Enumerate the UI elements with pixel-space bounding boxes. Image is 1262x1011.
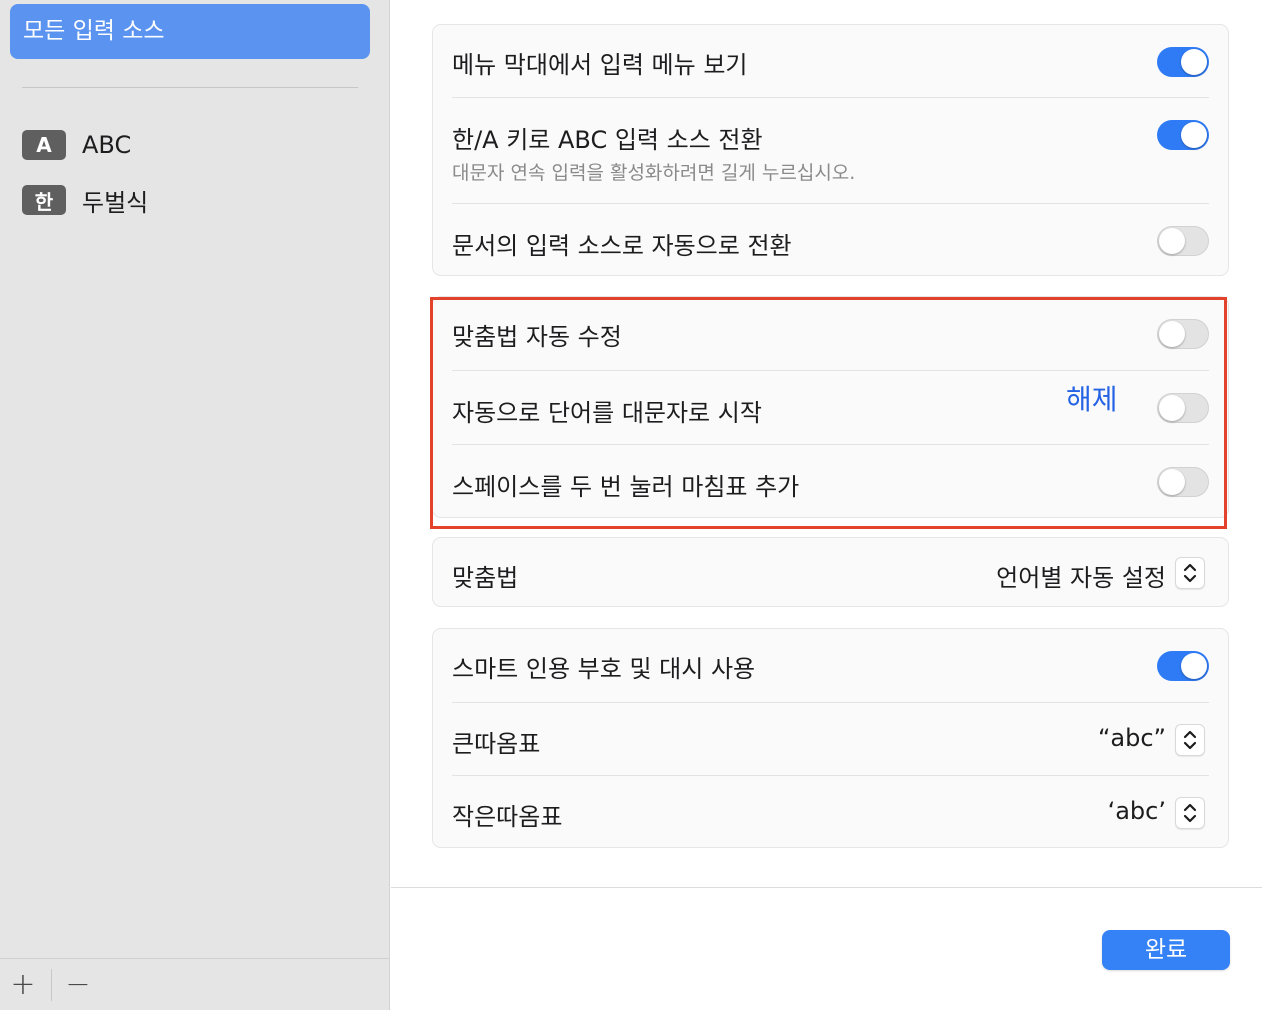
han-a-key-switch-toggle[interactable]	[1157, 120, 1209, 150]
smart-quotes-group: 스마트 인용 부호 및 대시 사용 큰따옴표 “abc” 작은따옴표 ‘abc’	[432, 628, 1229, 848]
sidebar-item-all-input-sources[interactable]: 모든 입력 소스	[10, 4, 370, 59]
sidebar-footer: + −	[0, 958, 389, 1011]
settings-row: 맞춤법 언어별 자동 설정	[433, 538, 1228, 608]
toggle-knob	[1181, 49, 1207, 75]
spelling-language-group: 맞춤법 언어별 자동 설정	[432, 537, 1229, 607]
smart-quotes-label: 스마트 인용 부호 및 대시 사용	[452, 655, 756, 683]
source-label: ABC	[82, 131, 132, 159]
smart-quotes-toggle[interactable]	[1157, 651, 1209, 681]
sidebar: 모든 입력 소스 A ABC 한 두벌식 + −	[0, 0, 390, 1010]
sidebar-item-2set-korean[interactable]: 한 두벌식	[22, 183, 148, 217]
footer-divider	[391, 887, 1262, 888]
sidebar-divider	[22, 87, 358, 88]
toggle-knob	[1181, 653, 1207, 679]
spelling-label: 맞춤법	[452, 564, 519, 592]
settings-row: 한/A 키로 ABC 입력 소스 전환 대문자 연속 입력을 활성화하려면 길게…	[433, 98, 1228, 204]
settings-row: 스마트 인용 부호 및 대시 사용	[433, 629, 1228, 703]
auto-switch-document-source-toggle[interactable]	[1157, 226, 1209, 256]
chevron-up-down-icon	[1183, 563, 1197, 583]
toggle-knob	[1181, 122, 1207, 148]
abc-input-icon: A	[22, 130, 66, 160]
footer-divider	[51, 969, 52, 1001]
spelling-language-popup-button[interactable]	[1175, 557, 1205, 589]
remove-source-button[interactable]: −	[58, 967, 98, 1003]
show-input-menu-label: 메뉴 막대에서 입력 메뉴 보기	[452, 51, 748, 79]
add-source-button[interactable]: +	[3, 967, 43, 1003]
han-a-key-switch-label: 한/A 키로 ABC 입력 소스 전환	[452, 126, 763, 154]
source-label: 두벌식	[82, 188, 149, 217]
annotation-text: 해제	[1066, 383, 1118, 416]
settings-row: 메뉴 막대에서 입력 메뉴 보기	[433, 25, 1228, 98]
double-quotes-value[interactable]: “abc”	[1098, 724, 1166, 752]
auto-switch-document-source-label: 문서의 입력 소스로 자동으로 전환	[452, 232, 792, 260]
single-quotes-label: 작은따옴표	[452, 803, 563, 831]
sidebar-item-abc[interactable]: A ABC	[22, 128, 131, 162]
input-menu-settings-group: 메뉴 막대에서 입력 메뉴 보기 한/A 키로 ABC 입력 소스 전환 대문자…	[432, 24, 1229, 276]
single-quotes-value[interactable]: ‘abc’	[1108, 797, 1166, 825]
double-quotes-popup-button[interactable]	[1175, 724, 1205, 756]
double-quotes-label: 큰따옴표	[452, 730, 541, 758]
done-button[interactable]: 완료	[1102, 930, 1230, 970]
single-quotes-popup-button[interactable]	[1175, 797, 1205, 829]
settings-row: 문서의 입력 소스로 자동으로 전환	[433, 204, 1228, 276]
chevron-up-down-icon	[1183, 803, 1197, 823]
han-a-key-switch-description: 대문자 연속 입력을 활성화하려면 길게 누르십시오.	[452, 162, 856, 184]
toggle-knob	[1159, 228, 1185, 254]
spelling-language-value[interactable]: 언어별 자동 설정	[996, 558, 1166, 593]
settings-row: 큰따옴표 “abc”	[433, 703, 1228, 776]
korean-input-icon: 한	[22, 185, 66, 215]
chevron-up-down-icon	[1183, 730, 1197, 750]
show-input-menu-toggle[interactable]	[1157, 47, 1209, 77]
settings-row: 작은따옴표 ‘abc’	[433, 776, 1228, 849]
